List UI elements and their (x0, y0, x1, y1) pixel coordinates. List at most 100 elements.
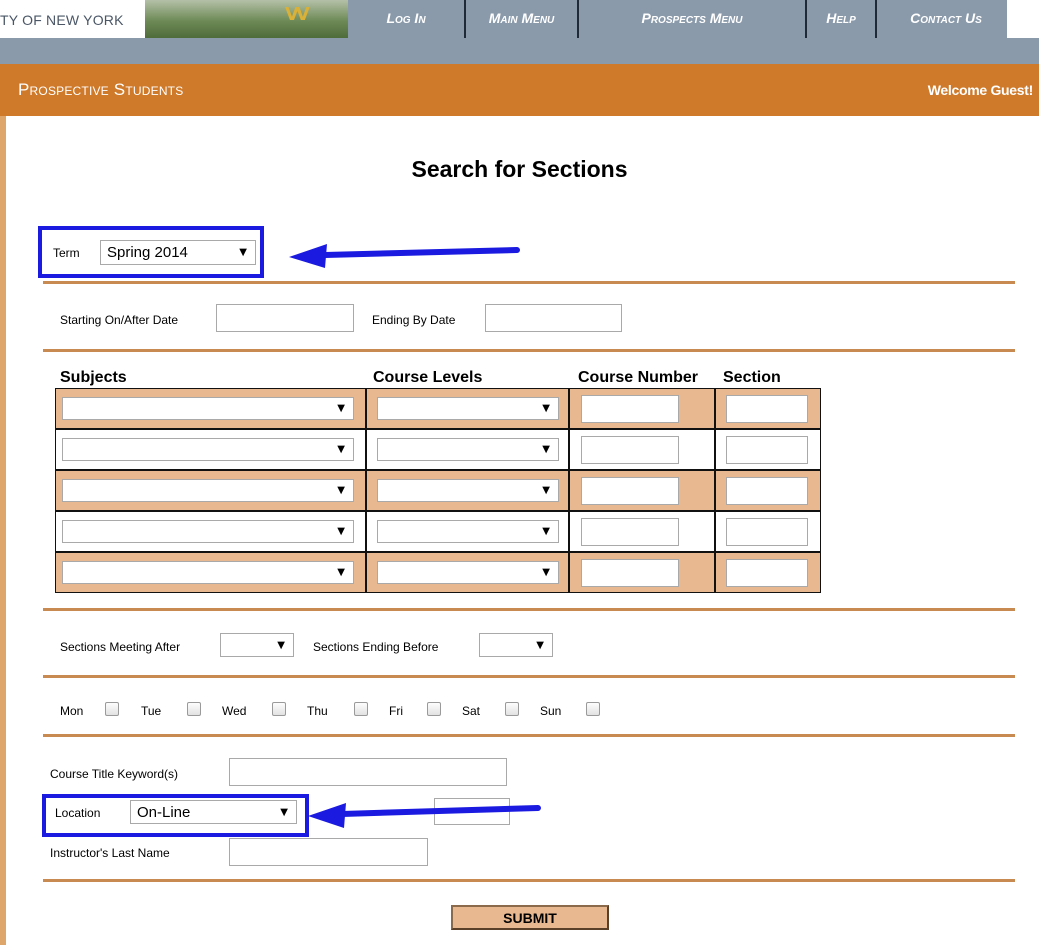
checkbox-tue[interactable] (187, 702, 201, 716)
table-cell: ▼ (55, 388, 366, 429)
table-cell: ▼ (55, 552, 366, 593)
starting-date-input[interactable] (216, 304, 354, 332)
meeting-after-select[interactable]: ▼ (220, 633, 294, 657)
course-number-input[interactable] (581, 477, 679, 505)
table-cell (569, 470, 715, 511)
submit-button[interactable]: SUBMIT (451, 905, 609, 930)
day-label-wed: Wed (222, 704, 247, 718)
chevron-down-icon: ▼ (277, 639, 285, 651)
nav-contact-us[interactable]: Contact Us (877, 0, 1007, 38)
course-grid: ▼ ▼ ▼ ▼ ▼ ▼ ▼ ▼ ▼ ▼ (55, 388, 821, 596)
table-cell (569, 552, 715, 593)
subjects-header: Subjects (60, 369, 127, 386)
table-cell: ▼ (366, 429, 569, 470)
course-number-header: Course Number (578, 369, 699, 386)
table-row: ▼ ▼ (55, 429, 821, 470)
course-number-input[interactable] (581, 436, 679, 464)
chevron-down-icon: ▼ (536, 639, 544, 651)
top-banner: TY OF NEW YORK VV Log In Main Menu Prosp… (0, 0, 1039, 64)
chevron-down-icon: ▼ (337, 485, 345, 496)
chevron-down-icon: ▼ (542, 444, 550, 455)
chevron-down-icon: ▼ (337, 567, 345, 578)
course-number-input[interactable] (581, 559, 679, 587)
header-title: Prospective Students (18, 80, 184, 99)
college-name: TY OF NEW YORK (0, 12, 124, 28)
nav-main-menu[interactable]: Main Menu (466, 0, 579, 38)
table-cell: ▼ (55, 429, 366, 470)
ending-before-label: Sections Ending Before (313, 640, 439, 654)
course-level-select[interactable]: ▼ (377, 561, 559, 584)
day-label-sat: Sat (462, 704, 481, 718)
keyword-input[interactable] (229, 758, 507, 786)
table-cell (715, 429, 821, 470)
chevron-down-icon: ▼ (542, 526, 550, 537)
meeting-after-label: Sections Meeting After (60, 640, 181, 654)
section-input[interactable] (726, 559, 808, 587)
divider (43, 734, 1015, 737)
table-cell (715, 511, 821, 552)
subject-select[interactable]: ▼ (62, 438, 354, 461)
course-level-select[interactable]: ▼ (377, 520, 559, 543)
table-row: ▼ ▼ (55, 511, 821, 552)
subject-select[interactable]: ▼ (62, 397, 354, 420)
table-cell (715, 470, 821, 511)
nav-help[interactable]: Help (807, 0, 877, 38)
section-input[interactable] (726, 518, 808, 546)
divider (43, 281, 1015, 284)
top-nav: Log In Main Menu Prospects Menu Help Con… (348, 0, 1007, 38)
day-label-thu: Thu (307, 704, 328, 718)
subject-select[interactable]: ▼ (62, 479, 354, 502)
divider (43, 349, 1015, 352)
table-cell (715, 388, 821, 429)
subject-select[interactable]: ▼ (62, 561, 354, 584)
table-cell (569, 388, 715, 429)
chevron-down-icon: ▼ (542, 403, 550, 414)
subject-select[interactable]: ▼ (62, 520, 354, 543)
starting-date-label: Starting On/After Date (60, 313, 179, 327)
chevron-down-icon: ▼ (239, 247, 247, 258)
section-header: Section (723, 369, 781, 386)
section-input[interactable] (726, 395, 808, 423)
section-input[interactable] (726, 436, 808, 464)
divider (43, 608, 1015, 611)
chevron-down-icon: ▼ (542, 485, 550, 496)
divider (43, 879, 1015, 882)
nav-login[interactable]: Log In (348, 0, 466, 38)
table-cell: ▼ (55, 511, 366, 552)
term-label: Term (53, 246, 80, 260)
section-input[interactable] (726, 477, 808, 505)
keyword-label: Course Title Keyword(s) (50, 767, 179, 781)
ending-date-label: Ending By Date (372, 313, 456, 327)
course-number-input[interactable] (581, 395, 679, 423)
checkbox-mon[interactable] (105, 702, 119, 716)
chevron-down-icon: ▼ (337, 444, 345, 455)
arrow-left-icon (289, 244, 520, 268)
checkbox-fri[interactable] (427, 702, 441, 716)
welcome-message: Welcome Guest! (927, 82, 1034, 98)
ending-before-select[interactable]: ▼ (479, 633, 553, 657)
nav-prospects-menu[interactable]: Prospects Menu (579, 0, 807, 38)
table-cell: ▼ (55, 470, 366, 511)
checkbox-thu[interactable] (354, 702, 368, 716)
checkbox-sun[interactable] (586, 702, 600, 716)
instructor-input[interactable] (229, 838, 428, 866)
term-select[interactable]: Spring 2014 ▼ (100, 240, 256, 265)
table-cell: ▼ (366, 388, 569, 429)
course-level-select[interactable]: ▼ (377, 438, 559, 461)
instructor-label: Instructor's Last Name (50, 846, 170, 860)
header-bar: Prospective Students Welcome Guest! (0, 64, 1039, 116)
campus-photo: VV (145, 0, 365, 38)
chevron-down-icon: ▼ (542, 567, 550, 578)
day-label-mon: Mon (60, 704, 84, 718)
term-select-value: Spring 2014 (107, 244, 188, 261)
chevron-down-icon: ▼ (280, 806, 288, 818)
ending-date-input[interactable] (485, 304, 622, 332)
course-level-select[interactable]: ▼ (377, 479, 559, 502)
checkbox-wed[interactable] (272, 702, 286, 716)
checkbox-sat[interactable] (505, 702, 519, 716)
location-select[interactable]: On-Line ▼ (130, 800, 297, 824)
course-level-select[interactable]: ▼ (377, 397, 559, 420)
table-row: ▼ ▼ (55, 388, 821, 429)
table-row: ▼ ▼ (55, 470, 821, 511)
course-number-input[interactable] (581, 518, 679, 546)
